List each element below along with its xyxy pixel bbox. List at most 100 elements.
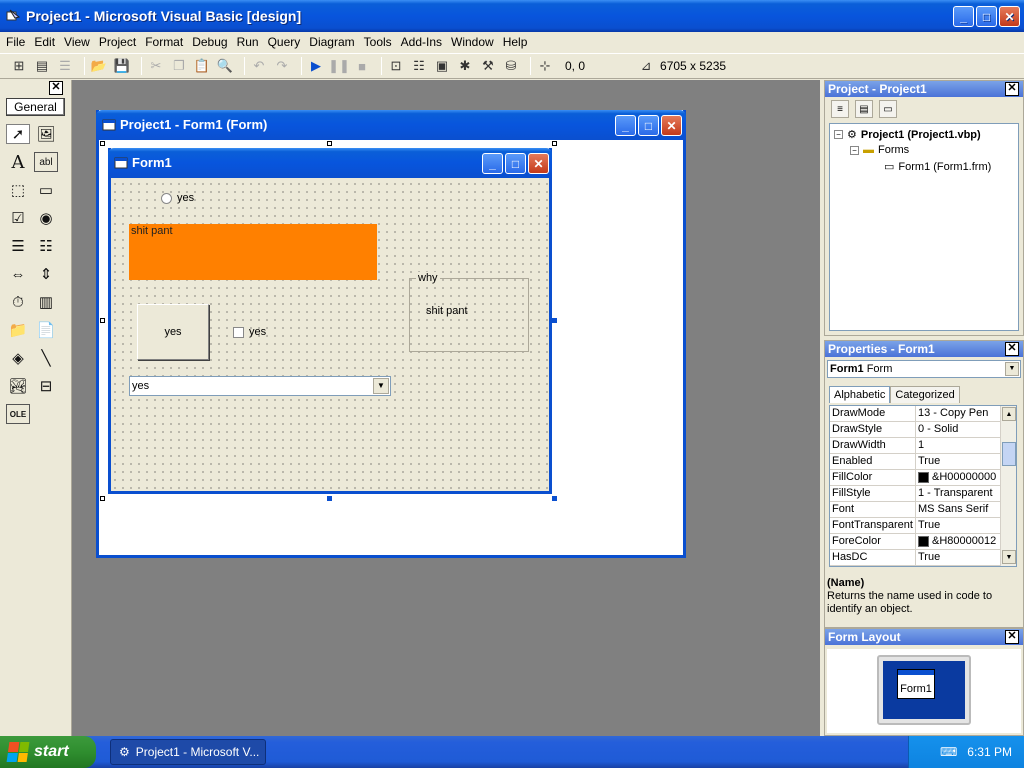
menu-query[interactable]: Query xyxy=(268,35,301,49)
commandbutton-tool-icon[interactable]: ▭ xyxy=(34,180,58,200)
resize-handle[interactable] xyxy=(552,496,557,501)
menu-editor-icon[interactable]: ☰ xyxy=(56,57,74,75)
property-row[interactable]: DrawWidth 1 xyxy=(830,438,1016,454)
property-row[interactable]: Font MS Sans Serif xyxy=(830,502,1016,518)
property-row[interactable]: Enabled True xyxy=(830,454,1016,470)
title-bar[interactable]: Project1 - Microsoft Visual Basic [desig… xyxy=(0,0,1024,32)
timer-tool-icon[interactable]: ⏱ xyxy=(6,292,30,312)
menu-project[interactable]: Project xyxy=(99,35,136,49)
property-row[interactable]: FontTransparent True xyxy=(830,518,1016,534)
data-view-icon[interactable]: ⛁ xyxy=(502,57,520,75)
open-project-icon[interactable]: 📂 xyxy=(90,57,108,75)
chevron-down-icon[interactable]: ▼ xyxy=(1005,362,1019,376)
hscrollbar-tool-icon[interactable]: ⇔ xyxy=(6,264,30,284)
chevron-down-icon[interactable]: ▼ xyxy=(373,378,389,394)
add-project-icon[interactable]: ⊞ xyxy=(10,57,28,75)
orange-label-control[interactable]: shit pant xyxy=(129,224,377,280)
line-tool-icon[interactable]: ╲ xyxy=(34,348,58,368)
toolbox-close-button[interactable]: ✕ xyxy=(49,81,63,95)
property-grid-scrollbar[interactable]: ▲ ▼ xyxy=(1000,406,1016,566)
toggle-folders-icon[interactable]: ▭ xyxy=(879,100,897,118)
copy-icon[interactable]: ❐ xyxy=(170,57,188,75)
frame-tool-icon[interactable]: ⬚ xyxy=(6,180,30,200)
combo-box[interactable]: yes ▼ xyxy=(129,376,391,396)
menu-file[interactable]: File xyxy=(6,35,25,49)
resize-handle[interactable] xyxy=(552,141,557,146)
minimize-button[interactable]: _ xyxy=(953,6,974,27)
resize-handle[interactable] xyxy=(552,318,557,323)
scroll-down-icon[interactable]: ▼ xyxy=(1002,550,1016,564)
dirlistbox-tool-icon[interactable]: 📁 xyxy=(6,320,30,340)
tree-project-node[interactable]: − ⚙ Project1 (Project1.vbp) xyxy=(834,128,981,141)
combobox-tool-icon[interactable]: ☰ xyxy=(6,236,30,256)
designer-maximize-button[interactable]: □ xyxy=(638,115,659,136)
tree-forms-node[interactable]: − ▬ Forms xyxy=(850,144,909,156)
frame-control[interactable]: why shit pant xyxy=(409,272,529,352)
vscrollbar-tool-icon[interactable]: ⇕ xyxy=(34,264,58,284)
save-project-icon[interactable]: 💾 xyxy=(113,57,131,75)
tab-alphabetic[interactable]: Alphabetic xyxy=(829,386,891,403)
textbox-tool-icon[interactable]: abl xyxy=(34,152,58,172)
menu-tools[interactable]: Tools xyxy=(364,35,392,49)
ole-tool-icon[interactable]: OLE xyxy=(6,404,30,424)
label-tool-icon[interactable]: A xyxy=(6,152,30,173)
command-button[interactable]: yes xyxy=(137,304,209,360)
drivelistbox-tool-icon[interactable]: ▥ xyxy=(34,292,58,312)
menu-edit[interactable]: Edit xyxy=(34,35,55,49)
form-layout-close-button[interactable]: ✕ xyxy=(1005,630,1019,644)
form-layout-icon[interactable]: ▣ xyxy=(433,57,451,75)
scroll-up-icon[interactable]: ▲ xyxy=(1002,407,1016,421)
option-button[interactable]: yes xyxy=(161,192,194,204)
mini-form-preview[interactable]: Form1 xyxy=(897,669,935,699)
filelistbox-tool-icon[interactable]: 📄 xyxy=(34,320,58,340)
designer-close-button[interactable]: ✕ xyxy=(661,115,682,136)
undo-icon[interactable]: ↶ xyxy=(250,57,268,75)
designer-title-bar[interactable]: Project1 - Form1 (Form) _ □ ✕ xyxy=(96,110,686,140)
toolbox-icon[interactable]: ⚒ xyxy=(479,57,497,75)
paste-icon[interactable]: 📋 xyxy=(193,57,211,75)
scroll-thumb[interactable] xyxy=(1002,442,1016,466)
resize-handle[interactable] xyxy=(100,318,105,323)
optionbutton-tool-icon[interactable]: ◉ xyxy=(34,208,58,228)
add-form-icon[interactable]: ▤ xyxy=(33,57,51,75)
object-selector[interactable]: Form1 Form ▼ xyxy=(827,360,1021,378)
menu-diagram[interactable]: Diagram xyxy=(309,35,354,49)
shape-tool-icon[interactable]: ◈ xyxy=(6,348,30,368)
resize-handle[interactable] xyxy=(100,141,105,146)
property-row[interactable]: DrawMode 13 - Copy Pen xyxy=(830,406,1016,422)
menu-help[interactable]: Help xyxy=(503,35,528,49)
form1-close-button[interactable]: ✕ xyxy=(528,153,549,174)
project-explorer-icon[interactable]: ⊡ xyxy=(387,57,405,75)
resize-handle[interactable] xyxy=(327,141,332,146)
collapse-icon[interactable]: − xyxy=(850,145,859,155)
tree-form1-node[interactable]: ▭ Form1 (Form1.frm) xyxy=(884,160,991,174)
menu-format[interactable]: Format xyxy=(145,35,183,49)
collapse-icon[interactable]: − xyxy=(834,130,843,139)
form1-maximize-button[interactable]: □ xyxy=(505,153,526,174)
checkbox-tool-icon[interactable]: ☑ xyxy=(6,208,30,228)
menu-window[interactable]: Window xyxy=(451,35,494,49)
tab-categorized[interactable]: Categorized xyxy=(890,386,960,403)
redo-icon[interactable]: ↷ xyxy=(273,57,291,75)
property-row[interactable]: HasDC True xyxy=(830,550,1016,566)
toolbox-general-tab[interactable]: General xyxy=(6,98,65,116)
menu-debug[interactable]: Debug xyxy=(192,35,227,49)
end-icon[interactable]: ■ xyxy=(353,57,371,75)
form1-canvas[interactable]: Form1 _ □ ✕ yes shit pant yes yes why sh… xyxy=(108,148,552,494)
property-row[interactable]: ForeColor &H80000012 xyxy=(830,534,1016,550)
menu-run[interactable]: Run xyxy=(237,35,259,49)
form1-title-bar[interactable]: Form1 _ □ ✕ xyxy=(108,148,552,178)
cut-icon[interactable]: ✂ xyxy=(147,57,165,75)
menu-view[interactable]: View xyxy=(64,35,90,49)
keyboard-tray-icon[interactable]: ⌨ xyxy=(940,745,957,759)
view-code-icon[interactable]: ≡ xyxy=(831,100,849,118)
checkbox-control[interactable]: yes xyxy=(233,326,266,338)
view-object-icon[interactable]: ▤ xyxy=(855,100,873,118)
properties-window-icon[interactable]: ☷ xyxy=(410,57,428,75)
property-row[interactable]: FillStyle 1 - Transparent xyxy=(830,486,1016,502)
close-button[interactable]: ✕ xyxy=(999,6,1020,27)
properties-panel-close-button[interactable]: ✕ xyxy=(1005,342,1019,356)
picturebox-tool-icon[interactable]: 🖼 xyxy=(34,124,58,144)
start-button[interactable]: start xyxy=(0,736,96,768)
menu-add-ins[interactable]: Add-Ins xyxy=(401,35,442,49)
